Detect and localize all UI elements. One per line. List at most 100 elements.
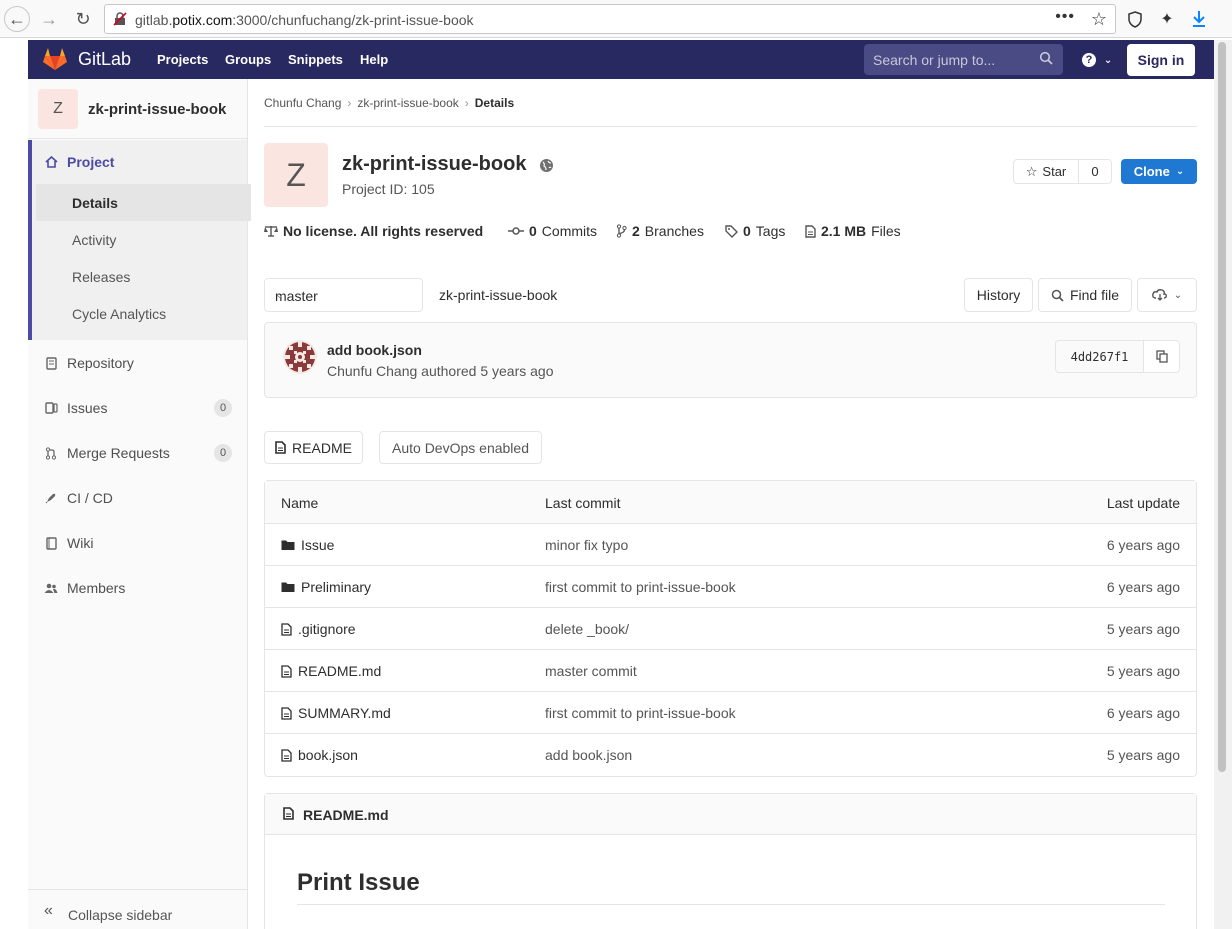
forward-arrow-icon[interactable]: → [36,6,62,32]
file-name[interactable]: .gitignore [298,621,356,637]
scrollbar-thumb[interactable] [1218,42,1226,772]
sign-in-button[interactable]: Sign in [1127,44,1195,76]
file-last-update: 5 years ago [1106,747,1180,763]
sidebar-item-wiki[interactable]: Wiki [28,523,247,563]
file-last-commit[interactable]: first commit to print-issue-book [545,579,736,595]
file-name[interactable]: Preliminary [301,579,371,595]
table-row[interactable]: .gitignore delete _book/5 years ago [265,608,1196,650]
help-dropdown[interactable]: ? ⌄ [1082,50,1112,67]
file-name[interactable]: SUMMARY.md [298,705,391,721]
file-icon [275,441,286,454]
breadcrumb-current[interactable]: Details [475,96,514,110]
readme-filename[interactable]: README.md [303,807,389,823]
project-id: Project ID: 105 [342,181,435,197]
readme-button[interactable]: README [264,431,363,464]
sidebar-sub-cycle-analytics[interactable]: Cycle Analytics [36,295,251,332]
auto-devops-button[interactable]: Auto DevOps enabled [379,431,542,464]
file-last-commit[interactable]: minor fix typo [545,537,628,553]
sidebar-item-issues[interactable]: Issues 0 [28,388,247,428]
download-icon[interactable] [1188,8,1210,30]
nav-groups[interactable]: Groups [225,52,271,67]
branch-icon [616,224,627,238]
gitlab-logo-icon[interactable] [42,46,68,72]
star-button[interactable]: ☆ Star [1013,159,1079,184]
users-icon [44,581,58,595]
tags-stat[interactable]: 0 Tags [725,223,785,239]
breadcrumb-project[interactable]: zk-print-issue-book [357,96,458,110]
cloud-download-icon [1151,289,1167,301]
chevron-down-icon: ⌄ [1173,289,1183,301]
file-last-commit[interactable]: master commit [545,663,637,679]
project-sidebar: Z zk-print-issue-book Project Details Ac… [28,79,251,929]
sidebar-item-label: Issues [67,400,108,416]
file-name-cell[interactable]: Preliminary [281,579,371,595]
table-row[interactable]: book.json add book.json 5 years ago [265,734,1196,776]
repo-path[interactable]: zk-print-issue-book [439,287,557,303]
collapse-sidebar-button[interactable]: « Collapse sidebar [28,889,247,929]
branches-count: 2 [632,223,640,239]
file-name-cell[interactable]: SUMMARY.md [281,705,391,721]
download-dropdown-button[interactable]: ⌄ [1137,278,1197,312]
back-arrow-icon[interactable]: ← [4,6,30,32]
find-file-label: Find file [1069,287,1120,303]
file-name-cell[interactable]: book.json [281,747,358,763]
file-name[interactable]: Issue [301,537,334,553]
file-name-cell[interactable]: README.md [281,663,381,679]
sidebar-project-name: zk-print-issue-book [88,101,227,118]
search-input[interactable]: Search or jump to... [864,44,1063,75]
table-row[interactable]: Preliminary first commit to print-issue-b… [265,566,1196,608]
sidebar-item-merge-requests[interactable]: Merge Requests 0 [28,433,247,473]
sidebar-sub-activity[interactable]: Activity [36,221,251,258]
nav-snippets[interactable]: Snippets [288,52,343,67]
sidebar-project-header[interactable]: Z zk-print-issue-book [28,79,247,139]
extensions-icon[interactable]: ✦ [1156,8,1178,30]
gitlab-brand[interactable]: GitLab [78,49,131,70]
table-header: Name Last commit Last update [265,481,1196,524]
breadcrumb-user[interactable]: Chunfu Chang [264,96,341,110]
file-last-commit[interactable]: delete _book/ [545,621,629,637]
file-name[interactable]: README.md [298,663,381,679]
file-last-commit[interactable]: first commit to print-issue-book [545,705,736,721]
commits-stat[interactable]: 0 Commits [508,223,597,239]
bookmark-star-icon[interactable]: ☆ [1091,9,1107,30]
url-text: gitlab.potix.com:3000/chunfuchang/zk-pri… [135,12,474,28]
chevron-down-icon: ⌄ [275,289,285,301]
file-last-commit[interactable]: add book.json [545,747,632,763]
sidebar-item-project[interactable]: Project [32,142,251,182]
double-chevron-left-icon: « [44,902,53,919]
divider [297,904,1165,905]
home-icon [44,155,58,169]
branches-stat[interactable]: 2 Branches [616,223,704,239]
sidebar-item-members[interactable]: Members [28,568,247,608]
shield-icon[interactable] [1124,8,1146,30]
files-stat[interactable]: 2.1 MB Files [805,223,901,239]
file-name-cell[interactable]: .gitignore [281,621,356,637]
table-row[interactable]: Issue minor fix typo 6 years ago [265,524,1196,566]
find-file-button[interactable]: Find file [1038,278,1132,312]
star-count[interactable]: 0 [1078,159,1112,184]
author-avatar[interactable] [283,340,317,374]
clone-button[interactable]: Clone ⌄ [1121,159,1197,184]
reload-icon[interactable]: ↻ [70,6,96,32]
table-row[interactable]: SUMMARY.md first commit to print-issue-bo… [265,692,1196,734]
page-scrollbar[interactable] [1214,40,1232,929]
table-row[interactable]: README.md master commit 5 years ago [265,650,1196,692]
commit-sha[interactable]: 4dd267f1 [1055,340,1144,373]
address-bar[interactable]: gitlab.potix.com:3000/chunfuchang/zk-pri… [104,4,1116,34]
license-stat[interactable]: No license. All rights reserved [264,223,483,239]
sidebar-sub-details[interactable]: Details [36,184,251,221]
history-button[interactable]: History [964,278,1033,312]
sidebar-item-repository[interactable]: Repository [28,343,247,383]
sidebar-item-ci-cd[interactable]: CI / CD [28,478,247,518]
sidebar-item-label: Merge Requests [67,445,170,461]
nav-projects[interactable]: Projects [157,52,208,67]
nav-help[interactable]: Help [360,52,388,67]
file-name-cell[interactable]: Issue [281,537,334,553]
branch-select[interactable]: master ⌄ [264,278,423,312]
copy-sha-button[interactable] [1143,340,1180,373]
sidebar-sub-releases[interactable]: Releases [36,258,251,295]
readme-button-label: README [292,439,352,456]
commit-title[interactable]: add book.json [327,342,422,358]
page-actions-icon[interactable]: ••• [1055,8,1075,26]
file-name[interactable]: book.json [298,747,358,763]
